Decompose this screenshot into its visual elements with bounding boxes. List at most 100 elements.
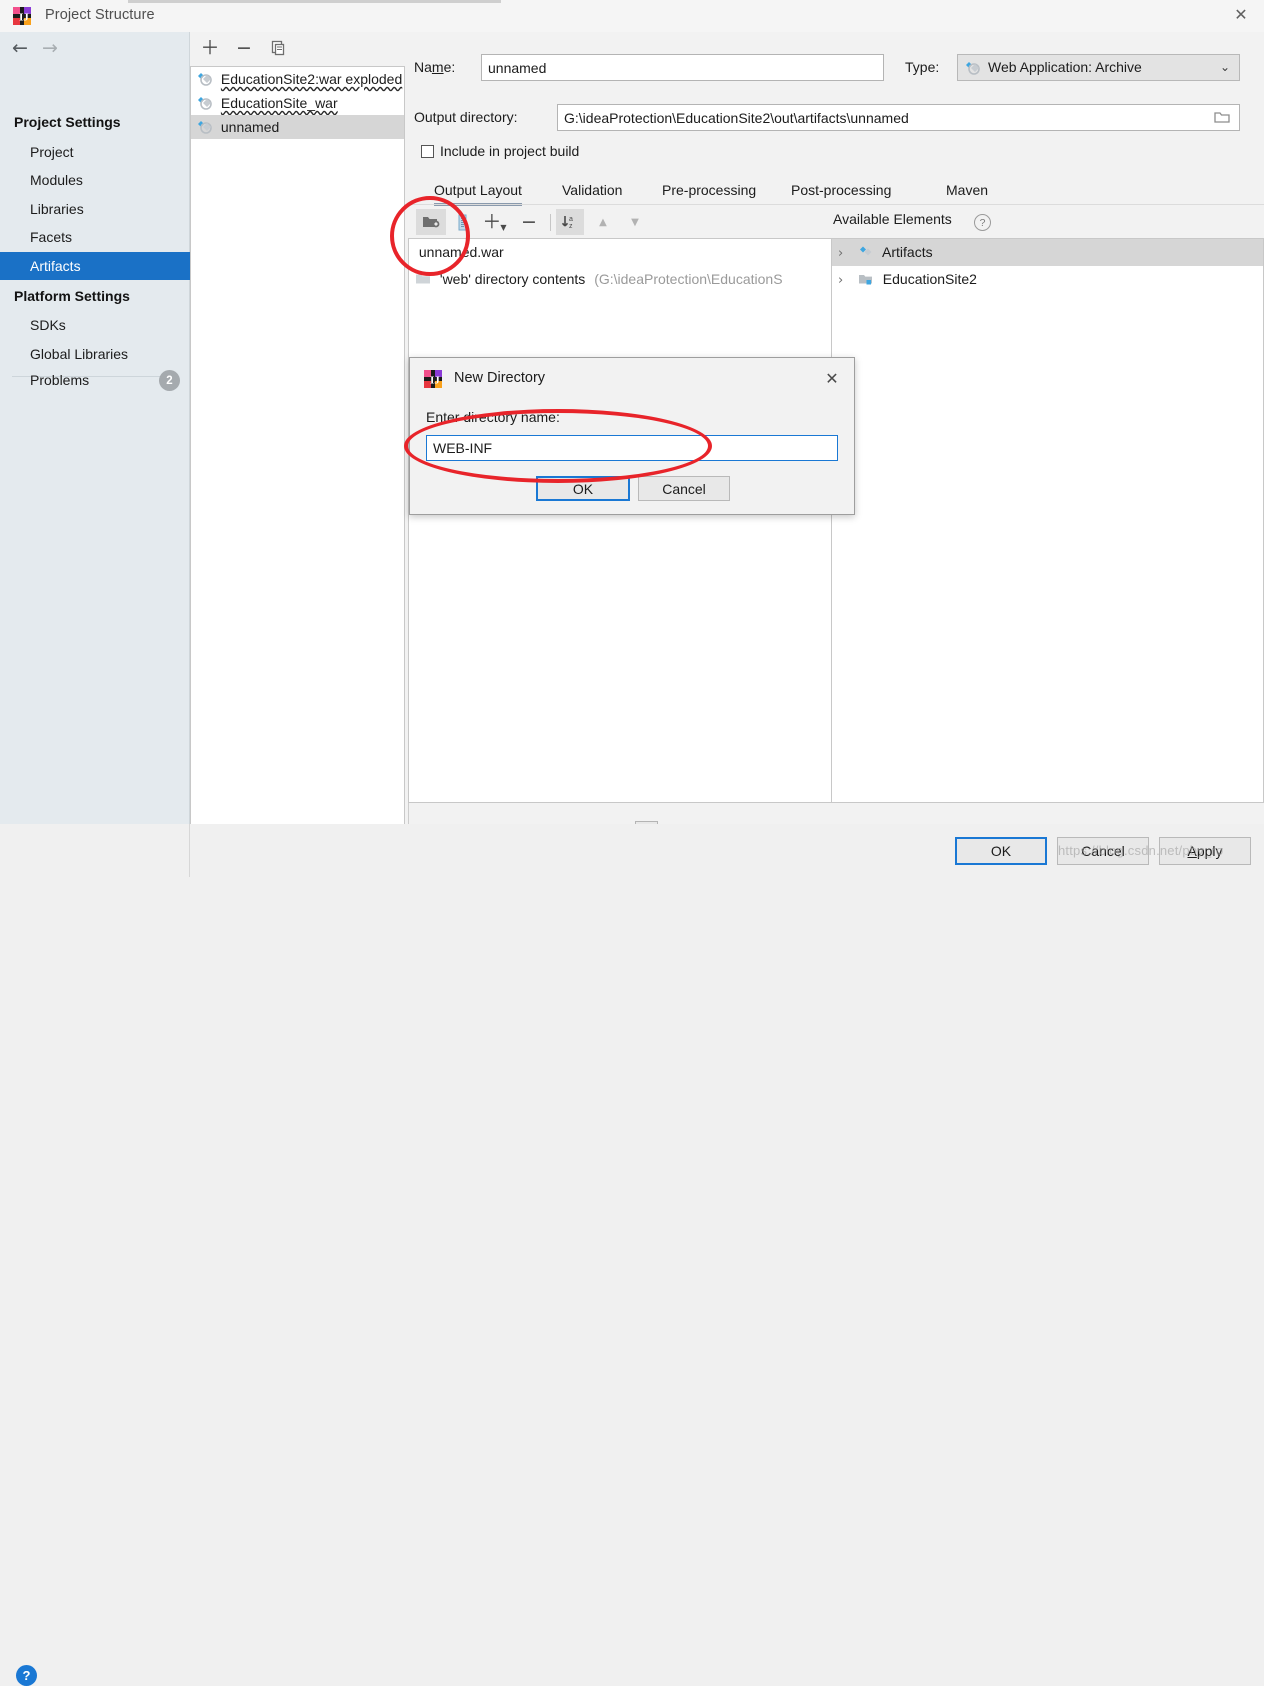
tab-output-layout[interactable]: Output Layout [434,177,522,207]
chevron-down-icon: ▼ [500,222,507,232]
new-directory-dialog-title: New Directory [454,370,546,386]
tree-row-label: Artifacts [882,244,933,260]
tree-row[interactable]: › EducationSite2 [832,266,1263,293]
apply-button-label: Apply [1187,843,1223,859]
tab-validation[interactable]: Validation [562,177,622,207]
sort-button[interactable]: a z [556,209,584,235]
tree-row[interactable]: › Artifacts [832,239,1263,266]
name-input[interactable] [481,54,884,81]
checkbox-box [421,145,434,158]
svg-text:IJ: IJ [430,375,440,387]
list-item[interactable]: EducationSite_war [191,91,404,115]
list-item[interactable]: EducationSite2:war exploded [191,67,404,91]
detail-tabs: Output Layout Validation Pre-processing … [408,177,1264,207]
sidebar-item-sdks[interactable]: SDKs [0,311,190,339]
enter-directory-name-label: Enter directory name: [426,409,560,425]
forward-arrow-icon[interactable]: → [42,39,58,58]
tree-row[interactable]: unnamed.war [409,239,831,266]
project-structure-window: IJ Project Structure ✕ ← → Project Setti… [0,0,1264,1686]
artifact-list-panel: ＋ − EducationSite2:war exploded Educatio… [190,32,408,856]
artifact-icon [197,70,213,86]
tree-row-label: 'web' directory contents [439,271,586,287]
type-label: Type: [905,59,940,75]
type-dropdown[interactable]: Web Application: Archive ⌄ [957,54,1240,81]
list-item[interactable]: unnamed [191,115,404,139]
new-directory-dialog: IJ New Directory ✕ Enter directory name:… [409,357,855,515]
arrow-down-icon: ▼ [631,216,639,228]
minus-icon: − [236,36,252,59]
output-directory-label: Output directory: [414,109,518,125]
sort-az-icon: a z [561,216,573,230]
modal-cancel-button[interactable]: Cancel [638,476,730,501]
move-down-button[interactable]: ▼ [622,209,648,235]
intellij-idea-icon: IJ [424,370,442,388]
archive-icon [458,214,466,230]
module-icon [858,269,874,285]
artifact-icon [197,94,213,110]
sidebar-item-global-libraries[interactable]: Global Libraries [0,340,190,368]
window-title: Project Structure [45,7,155,23]
sidebar: ← → Project Settings Platform Settings P… [0,32,190,824]
cancel-button[interactable]: Cancel [1057,837,1149,865]
available-elements-tree[interactable]: › Artifacts › EducationSite2 [831,238,1264,803]
problems-count-badge: 2 [159,370,180,391]
svg-text:z: z [569,223,573,230]
help-icon[interactable]: ? [974,214,991,231]
modal-ok-button[interactable]: OK [536,476,630,501]
add-element-button[interactable]: ＋ ▼ [480,209,510,235]
help-bar: ? [0,824,190,1686]
tab-maven[interactable]: Maven [946,177,988,207]
sidebar-item-libraries[interactable]: Libraries [0,195,190,223]
title-bar-top-strip [128,0,501,3]
artifact-icon [965,60,981,76]
sidebar-item-modules[interactable]: Modules [0,166,190,194]
remove-artifact-button[interactable]: − [230,35,258,61]
tabs-underline [408,204,1264,205]
apply-button[interactable]: Apply [1159,837,1251,865]
artifact-toolbar: ＋ − [190,32,408,66]
output-directory-input[interactable] [557,104,1240,131]
copy-artifact-button[interactable] [264,35,292,61]
tab-post-processing[interactable]: Post-processing [791,177,891,207]
tab-pre-processing[interactable]: Pre-processing [662,177,756,207]
remove-element-button[interactable]: − [514,209,544,235]
intellij-idea-icon: IJ [13,7,31,25]
svg-text:a: a [569,216,573,223]
minus-icon: − [521,210,537,233]
sidebar-item-facets[interactable]: Facets [0,223,190,251]
arrow-up-icon: ▲ [599,216,607,228]
output-layout-tree[interactable]: unnamed.war 'web' directory contents (G:… [408,238,831,803]
add-artifact-button[interactable]: ＋ [196,35,224,61]
list-item-label: unnamed [220,119,280,135]
sidebar-navigation: ← → [0,32,190,66]
close-icon[interactable]: ✕ [1218,0,1264,31]
artifact-list[interactable]: EducationSite2:war exploded EducationSit… [190,66,405,837]
folder-icon [415,269,431,285]
toolbar-separator [550,214,551,231]
include-in-project-build-checkbox[interactable]: Include in project build [421,143,579,159]
new-directory-button[interactable] [416,209,446,235]
chevron-right-icon[interactable]: › [838,240,854,267]
list-item-label: EducationSite2:war exploded [220,71,403,87]
tree-row-detail: (G:\ideaProtection\EducationS [594,271,783,287]
artifact-icon [197,118,213,134]
move-up-button[interactable]: ▲ [590,209,616,235]
help-icon[interactable]: ? [16,1665,37,1686]
sidebar-item-artifacts[interactable]: Artifacts [0,252,190,280]
name-label: Name: [414,59,456,75]
browse-folder-icon[interactable] [1214,109,1232,126]
sidebar-item-project[interactable]: Project [0,138,190,166]
svg-text:IJ: IJ [19,12,29,24]
plus-icon: ＋ [200,36,220,59]
plus-icon: ＋ [482,210,502,233]
sidebar-group-project-settings: Project Settings [14,114,121,130]
close-icon[interactable]: ✕ [822,369,842,389]
back-arrow-icon[interactable]: ← [12,39,28,58]
new-folder-icon [423,217,440,228]
tree-row[interactable]: 'web' directory contents (G:\ideaProtect… [409,266,831,293]
chevron-right-icon[interactable]: › [838,267,854,294]
new-archive-button[interactable] [452,209,472,235]
artifact-icon [858,242,874,258]
ok-button[interactable]: OK [955,837,1047,865]
directory-name-input[interactable] [426,435,838,461]
